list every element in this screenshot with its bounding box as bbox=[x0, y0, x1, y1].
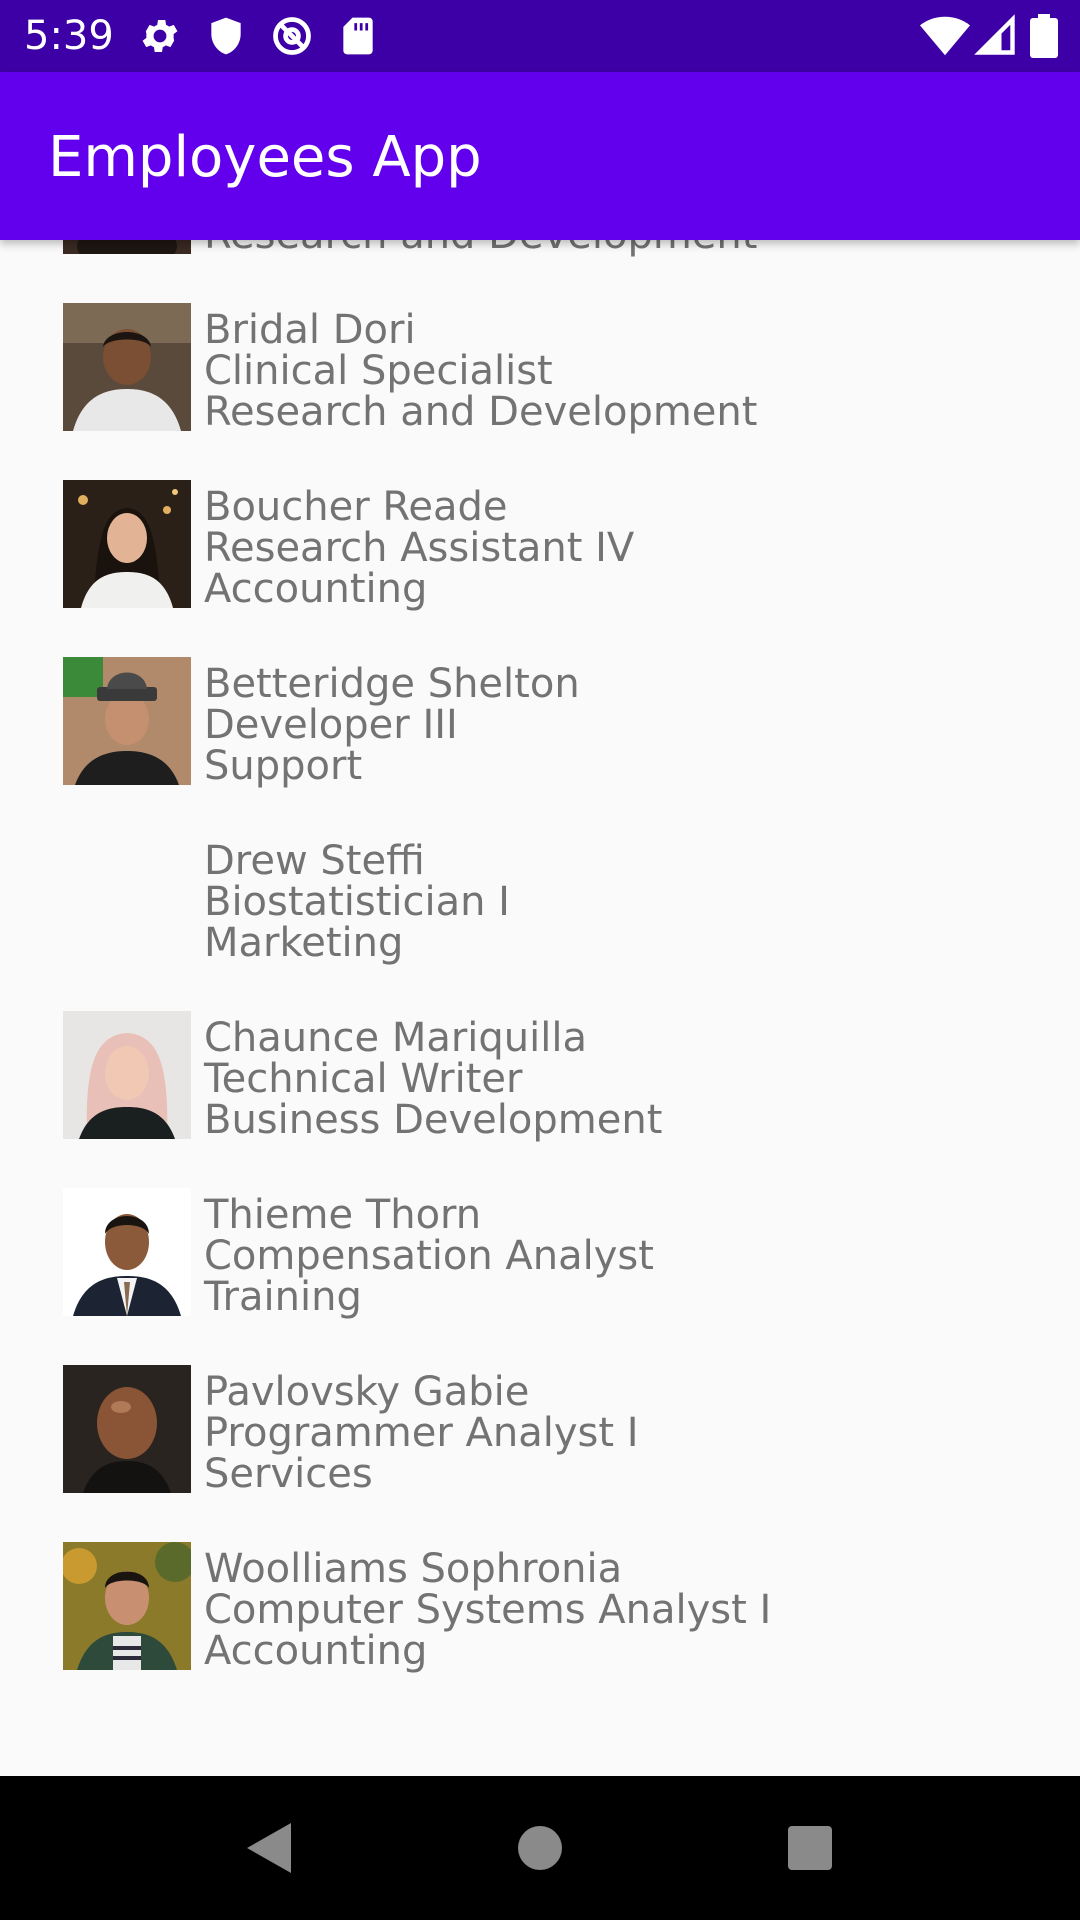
employee-photo bbox=[63, 1188, 191, 1316]
list-item[interactable]: Boucher Reade Research Assistant IV Acco… bbox=[0, 447, 1080, 624]
employee-title: Research Assistant IV bbox=[204, 525, 635, 571]
employee-name: Woolliams Sophronia bbox=[204, 1546, 623, 1592]
employee-department: Services bbox=[204, 1451, 373, 1497]
employee-name: Drew Steffi bbox=[204, 838, 425, 884]
employee-name: Pavlovsky Gabie bbox=[204, 1369, 530, 1415]
employee-department: Support bbox=[204, 743, 363, 789]
list-item[interactable]: Drew Steffi Biostatistician I Marketing bbox=[0, 801, 1080, 978]
employee-name: Betteridge Shelton bbox=[204, 661, 580, 707]
employee-photo bbox=[63, 303, 191, 431]
back-icon[interactable] bbox=[218, 1798, 318, 1898]
employee-name: Chaunce Mariquilla bbox=[204, 1015, 587, 1061]
employee-title: Compensation Analyst bbox=[204, 1233, 654, 1279]
wifi-icon bbox=[920, 14, 970, 58]
employee-title: Technical Writer bbox=[204, 1056, 523, 1102]
employee-title: Developer III bbox=[204, 702, 458, 748]
employee-photo bbox=[63, 1365, 191, 1493]
list-item[interactable]: Chaunce Mariquilla Technical Writer Busi… bbox=[0, 978, 1080, 1155]
employee-department: Training bbox=[204, 1274, 362, 1320]
employee-photo bbox=[63, 240, 191, 254]
employee-photo bbox=[63, 1542, 191, 1670]
status-bar: 5:39 bbox=[0, 0, 1080, 72]
employee-department: Research and Development bbox=[204, 240, 757, 256]
at-sign-icon bbox=[270, 14, 314, 58]
employee-department: Accounting bbox=[204, 566, 428, 612]
employee-photo bbox=[63, 480, 191, 608]
list-item[interactable]: Research and Development bbox=[0, 240, 1080, 270]
status-time: 5:39 bbox=[24, 13, 114, 59]
employee-photo bbox=[63, 1011, 191, 1139]
battery-icon bbox=[1030, 14, 1058, 58]
employee-name: Bridal Dori bbox=[204, 307, 416, 353]
employee-department: Accounting bbox=[204, 1628, 428, 1674]
employee-department: Research and Development bbox=[204, 389, 758, 435]
employee-photo bbox=[63, 657, 191, 785]
list-item[interactable]: Pavlovsky Gabie Programmer Analyst I Ser… bbox=[0, 1332, 1080, 1509]
home-icon[interactable] bbox=[490, 1798, 590, 1898]
employee-list-content: Research and Development Bridal Dori bbox=[0, 240, 1080, 1686]
list-item[interactable]: Thieme Thorn Compensation Analyst Traini… bbox=[0, 1155, 1080, 1332]
shield-icon bbox=[204, 14, 248, 58]
employee-title: Clinical Specialist bbox=[204, 348, 553, 394]
list-item[interactable]: Bridal Dori Clinical Specialist Research… bbox=[0, 270, 1080, 447]
employee-department: Business Development bbox=[204, 1097, 663, 1143]
employee-name: Boucher Reade bbox=[204, 484, 508, 530]
list-item[interactable]: Betteridge Shelton Developer III Support bbox=[0, 624, 1080, 801]
employee-list[interactable]: Research and Development Bridal Dori bbox=[0, 240, 1080, 1776]
app-title: Employees App bbox=[48, 125, 482, 190]
employee-title: Computer Systems Analyst I bbox=[204, 1587, 772, 1633]
employee-department: Marketing bbox=[204, 920, 404, 966]
sd-card-icon bbox=[336, 14, 380, 58]
employee-title: Biostatistician I bbox=[204, 879, 510, 925]
employee-name: Thieme Thorn bbox=[204, 1192, 482, 1238]
signal-icon bbox=[974, 14, 1018, 58]
recents-icon[interactable] bbox=[760, 1798, 860, 1898]
list-item[interactable]: Woolliams Sophronia Computer Systems Ana… bbox=[0, 1509, 1080, 1686]
navigation-bar bbox=[0, 1776, 1080, 1920]
screen: 5:39 Employees App Bridal Dori Clinical … bbox=[0, 0, 1080, 1920]
settings-icon bbox=[138, 14, 182, 58]
employee-title: Programmer Analyst I bbox=[204, 1410, 639, 1456]
app-bar: Employees App bbox=[0, 72, 1080, 240]
